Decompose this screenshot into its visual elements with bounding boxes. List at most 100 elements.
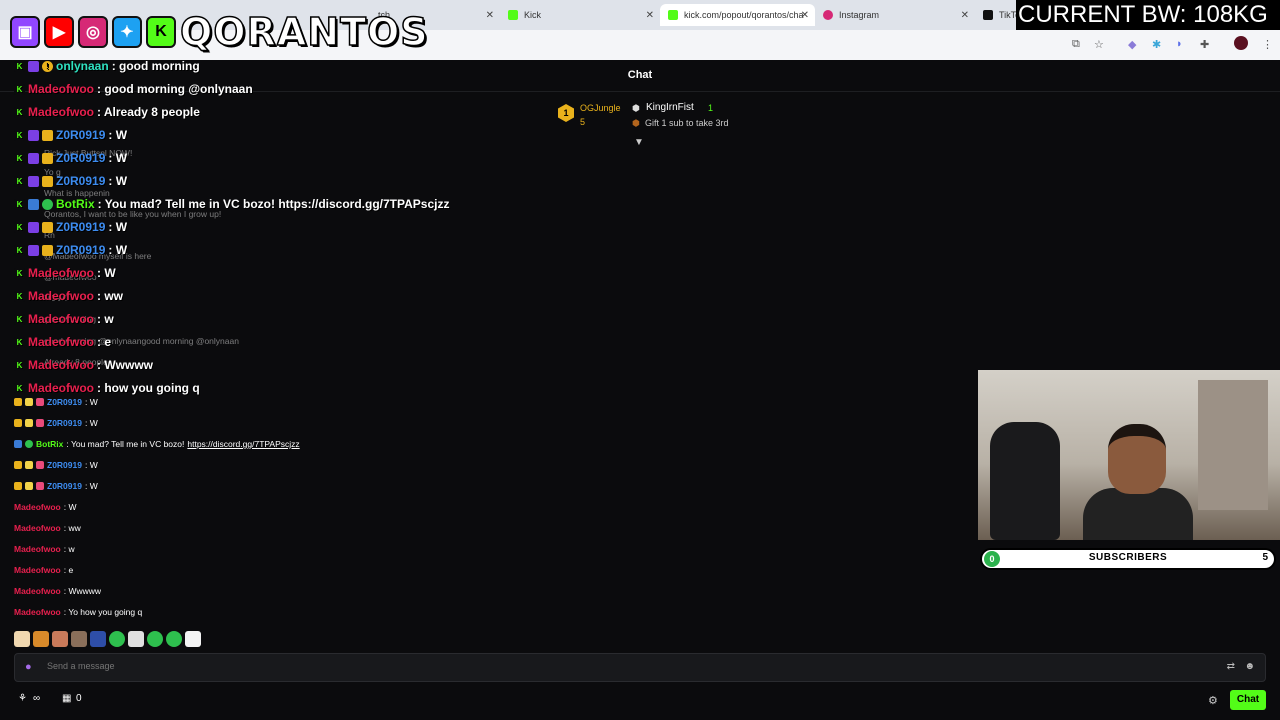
chat-username[interactable]: onlynaan: [56, 59, 109, 73]
profile-avatar[interactable]: [1234, 36, 1248, 50]
emote-icon[interactable]: [71, 631, 87, 647]
gift-icon[interactable]: ▦: [62, 693, 71, 704]
translate-icon[interactable]: ✱: [1152, 38, 1161, 51]
chat-username[interactable]: Z0R0919: [47, 460, 82, 470]
emoji-icon[interactable]: ☻: [1244, 661, 1255, 672]
chat-username[interactable]: Z0R0919: [47, 418, 82, 428]
chat-username[interactable]: BotRix: [36, 439, 63, 449]
chat-username[interactable]: Madeofwoo: [28, 335, 94, 349]
chat-username[interactable]: Madeofwoo: [14, 607, 61, 617]
kick-badge-icon: K: [14, 382, 25, 394]
pinned-collapse-icon[interactable]: ▼: [634, 137, 644, 148]
sub-badge-icon: [28, 129, 39, 141]
chat-username[interactable]: Z0R0919: [47, 481, 82, 491]
streamer-body: [1083, 488, 1193, 540]
emote-icon[interactable]: [90, 631, 106, 647]
translate-icon[interactable]: ⇄: [1227, 661, 1235, 672]
chat-username[interactable]: Z0R0919: [56, 174, 105, 188]
gift-badge-icon: [42, 152, 53, 164]
microphone-icon[interactable]: ●: [25, 661, 32, 673]
chat-username[interactable]: Z0R0919: [56, 151, 105, 165]
overlay-chat-message: K Madeofwoo: good morning @onlynaan: [14, 82, 253, 96]
gift-count: 0: [76, 693, 82, 704]
chat-message: Madeofwoo: Wwwww: [14, 586, 101, 596]
emote-icon[interactable]: [52, 631, 68, 647]
emote-icon[interactable]: [185, 631, 201, 647]
emote-icon[interactable]: [33, 631, 49, 647]
chat-username[interactable]: Madeofwoo: [28, 105, 94, 119]
chat-username[interactable]: Madeofwoo: [14, 544, 61, 554]
chat-username[interactable]: Madeofwoo: [28, 312, 94, 326]
coin-badge-icon: !: [42, 60, 53, 72]
chat-text: : W: [108, 174, 128, 188]
menu-icon[interactable]: ⋮: [1262, 38, 1273, 51]
chat-text: : W: [63, 502, 77, 512]
instagram-icon: [823, 10, 833, 20]
audio-icon[interactable]: ◗: [1176, 38, 1183, 50]
emote-icon[interactable]: [109, 631, 125, 647]
star-icon[interactable]: ☆: [1094, 38, 1104, 51]
emote-icon[interactable]: [166, 631, 182, 647]
chat-message: Z0R0919: W: [14, 418, 98, 428]
tab-instagram[interactable]: Instagram ✕: [815, 4, 975, 26]
chat-text: : W: [84, 460, 98, 470]
subscriber-label: SUBSCRIBERS: [1088, 552, 1168, 563]
emote-icon[interactable]: [147, 631, 163, 647]
chat-username[interactable]: Z0R0919: [56, 220, 105, 234]
crown-badge-icon: [14, 461, 22, 469]
overlay-chat-message: K Z0R0919: W: [14, 128, 127, 142]
chat-username[interactable]: Madeofwoo: [14, 565, 61, 575]
subscriber-goal-bar: 0 SUBSCRIBERS 5: [980, 548, 1276, 570]
twitter-icon: ✦: [112, 16, 142, 48]
sub-badge-icon: [28, 60, 39, 72]
emote-icon[interactable]: [14, 631, 30, 647]
tab-kick[interactable]: Kick ✕: [500, 4, 660, 26]
rank-2-icon: ⬢: [632, 103, 640, 113]
chat-username[interactable]: Madeofwoo: [28, 266, 94, 280]
chat-text: : W: [97, 266, 116, 280]
chat-username[interactable]: Madeofwoo: [14, 502, 61, 512]
chat-text: : W: [84, 418, 98, 428]
chat-username[interactable]: Z0R0919: [47, 397, 82, 407]
close-icon[interactable]: ✕: [801, 10, 809, 21]
chat-username[interactable]: Madeofwoo: [28, 82, 94, 96]
chat-text: : Wwwww: [97, 358, 153, 372]
youtube-icon: ▶: [44, 16, 74, 48]
discord-link[interactable]: https://discord.gg/7TPAPscjzz: [187, 439, 299, 449]
chat-text: : ww: [63, 523, 81, 533]
leader-name: KingIrnFist: [646, 102, 694, 113]
chat-username[interactable]: Z0R0919: [56, 243, 105, 257]
chat-text: : You mad? Tell me in VC bozo! https://d…: [97, 197, 450, 211]
close-icon[interactable]: ✕: [646, 10, 654, 21]
emote-icon[interactable]: [128, 631, 144, 647]
settings-icon[interactable]: ⚙: [1208, 694, 1218, 707]
install-icon[interactable]: ⧉: [1072, 38, 1080, 51]
chat-username[interactable]: Madeofwoo: [14, 586, 61, 596]
kick-badge-icon: K: [14, 290, 25, 302]
kick-badge-icon: K: [14, 175, 25, 187]
chat-button[interactable]: Chat: [1230, 690, 1266, 710]
chat-username[interactable]: Z0R0919: [56, 128, 105, 142]
kick-badge-icon: K: [14, 267, 25, 279]
streamer-head: [1108, 424, 1166, 494]
twitch-icon: ▣: [10, 16, 40, 48]
gift-badge-icon: [36, 482, 44, 490]
points-icon[interactable]: ⚘: [18, 693, 27, 704]
chat-username[interactable]: BotRix: [56, 197, 95, 211]
message-input[interactable]: [47, 661, 1147, 671]
tab-label: Instagram: [839, 10, 880, 20]
puzzle-icon[interactable]: ✚: [1200, 38, 1209, 51]
chat-username[interactable]: Madeofwoo: [28, 289, 94, 303]
kick-badge-icon: K: [14, 198, 25, 210]
tab-kick-popout[interactable]: kick.com/popout/qorantos/cha ✕: [660, 4, 815, 26]
chat-message: BotRix: You mad? Tell me in VC bozo! htt…: [14, 439, 300, 449]
extension-icon[interactable]: ◆: [1128, 38, 1136, 51]
chat-username[interactable]: Madeofwoo: [28, 381, 94, 395]
chat-username[interactable]: Madeofwoo: [14, 523, 61, 533]
chat-username[interactable]: Madeofwoo: [28, 358, 94, 372]
chat-message: Madeofwoo: ww: [14, 523, 81, 533]
kick-badge-icon: K: [14, 313, 25, 325]
close-icon[interactable]: ✕: [486, 10, 494, 21]
close-icon[interactable]: ✕: [961, 10, 969, 21]
overlay-chat-message: K Madeofwoo: W: [14, 266, 116, 280]
